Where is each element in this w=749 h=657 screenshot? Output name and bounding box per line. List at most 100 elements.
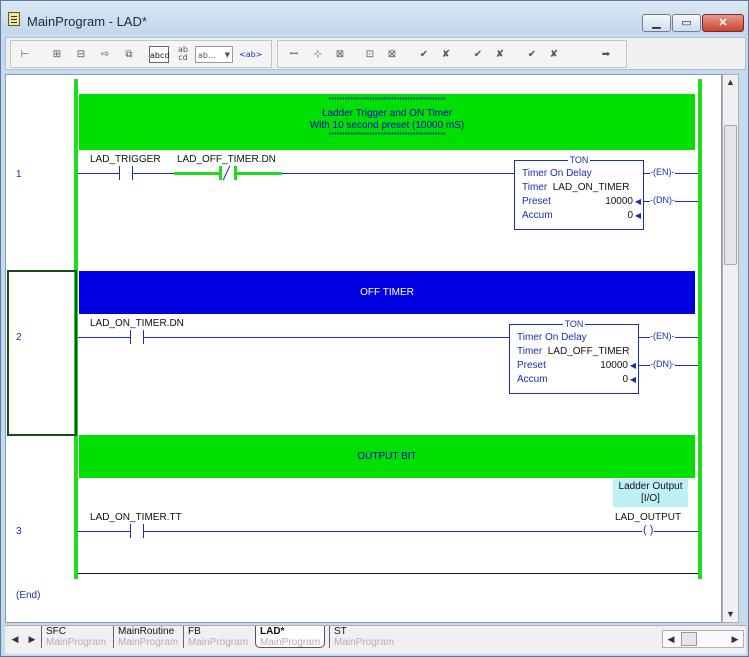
ton-timer-tag[interactable]: LAD_ON_TIMER	[553, 182, 630, 193]
comment-line: ****************************************…	[328, 97, 446, 104]
end-rung-wire	[78, 573, 698, 574]
ton-preset-label: Preset	[522, 196, 551, 207]
rung-comment[interactable]: OFF TIMER	[79, 271, 695, 314]
branch-level-icon[interactable]: ⊟	[71, 46, 91, 63]
rung-comment[interactable]: OUTPUT BIT	[79, 435, 695, 478]
move-icon[interactable]: ⇨	[95, 46, 115, 63]
tab-fb[interactable]: FB MainProgram	[183, 626, 252, 648]
ton-preset-value[interactable]: 10000	[600, 360, 628, 371]
edit-cancel-icon[interactable]: ✘	[490, 46, 510, 63]
ton-preset-label: Preset	[517, 360, 546, 371]
otl-icon[interactable]: ✔	[414, 46, 434, 63]
contact-tag[interactable]: LAD_ON_TIMER.DN	[90, 318, 184, 329]
ton-en-pin: -(EN)-	[650, 331, 675, 341]
zoom-select[interactable]: ab...	[195, 46, 233, 64]
arrow-left-icon: ◀	[629, 375, 636, 384]
scroll-thumb[interactable]	[724, 125, 737, 265]
hscroll-thumb[interactable]	[681, 632, 697, 646]
tab-program: MainProgram	[334, 637, 395, 648]
ote-coil[interactable]: ( )	[642, 524, 655, 536]
rung-number[interactable]: 3	[16, 526, 22, 537]
rung-comment-icon[interactable]: ꟷ	[284, 46, 304, 63]
vertical-scrollbar[interactable]: ▲ ▼	[722, 74, 739, 623]
tab-program: MainProgram	[188, 637, 249, 648]
contact-tag[interactable]: LAD_OFF_TIMER.DN	[177, 154, 276, 165]
tag-mode-toggle[interactable]: <ab>	[239, 46, 262, 63]
xio-icon[interactable]: ⊡	[360, 46, 380, 63]
maximize-button[interactable]: ▭	[672, 14, 701, 32]
rung-number[interactable]: 2	[16, 332, 22, 343]
right-power-rail	[698, 79, 702, 579]
ton-accum-value[interactable]: 0	[627, 210, 633, 221]
ladder-toolbar: ⊢ ⊞ ⊟ ⇨ ⧉ abcd ab cd ab... <ab> ꟷ ⊹ ⊠ ⊡ …	[5, 37, 746, 70]
ton-timer-tag[interactable]: LAD_OFF_TIMER	[548, 346, 630, 357]
scroll-left-icon[interactable]: ◀	[663, 632, 679, 647]
ton-timer-row: Timer LAD_ON_TIMER	[522, 182, 630, 193]
xic-contact[interactable]	[130, 330, 144, 344]
ton-title: Timer On Delay	[522, 168, 592, 179]
rung-wire	[282, 173, 514, 174]
tab-name: ST	[334, 626, 347, 637]
ton-en-pin: -(EN)-	[650, 167, 675, 177]
ton-accum-value[interactable]: 0	[622, 374, 628, 385]
go-to-icon[interactable]: ➡	[596, 46, 616, 63]
comment-line: Ladder Trigger and ON Timer	[321, 108, 453, 119]
ton-title: Timer On Delay	[517, 332, 587, 343]
routine-icon	[8, 12, 20, 26]
tab-name: LAD*	[260, 626, 285, 637]
otu-icon[interactable]: ✘	[436, 46, 456, 63]
tab-scroll-right-icon[interactable]: ▶	[24, 632, 40, 647]
show-comments-toggle[interactable]: abcd	[149, 46, 169, 63]
ton-instruction[interactable]: TON Timer On Delay Timer LAD_ON_TIMER Pr…	[514, 155, 644, 230]
description-line: [I/O]	[641, 493, 660, 504]
rung-number[interactable]: 1	[16, 169, 22, 180]
contact-tag[interactable]: LAD_TRIGGER	[90, 154, 161, 165]
ton-preset-value[interactable]: 10000	[605, 196, 633, 207]
toolbar-group-edit: ꟷ ⊹ ⊠ ⊡ ⊠ ✔ ✘ ✔ ✘ ✔ ✘ ➡	[277, 40, 627, 68]
coil-tag[interactable]: LAD_OUTPUT	[615, 512, 681, 523]
ton-accum-label: Accum	[522, 210, 553, 221]
tab-program: MainProgram	[118, 637, 179, 648]
ton-header: TON	[567, 155, 591, 165]
test-accept-icon[interactable]: ✔	[522, 46, 542, 63]
branch-icon[interactable]: ⊞	[47, 46, 67, 63]
ladder-editor[interactable]: 1 **************************************…	[5, 74, 722, 623]
tab-name: MainRoutine	[118, 626, 175, 637]
tab-sfc[interactable]: SFC MainProgram	[41, 626, 110, 648]
contact-tag[interactable]: LAD_ON_TIMER.TT	[90, 512, 182, 523]
test-cancel-icon[interactable]: ✘	[544, 46, 564, 63]
minimize-button[interactable]: ▁	[642, 14, 671, 32]
edit-accept-icon[interactable]: ✔	[468, 46, 488, 63]
tab-lad[interactable]: LAD* MainProgram	[255, 626, 326, 648]
rung-comment[interactable]: ****************************************…	[79, 94, 695, 150]
tab-scroll-left-icon[interactable]: ◀	[7, 632, 23, 647]
title-bar[interactable]: MainProgram - LAD* ▁ ▭ ✕	[1, 1, 748, 34]
add-rung-icon[interactable]: ⊢	[15, 46, 35, 63]
ton-dn-pin: -(DN)-	[650, 359, 675, 369]
tab-st[interactable]: ST MainProgram	[329, 626, 398, 648]
ton-header: TON	[562, 319, 586, 329]
ote-icon[interactable]: ⊠	[382, 46, 402, 63]
close-button[interactable]: ✕	[702, 14, 744, 32]
tab-program: MainProgram	[260, 637, 321, 648]
output-description: Ladder Output [I/O]	[613, 479, 688, 507]
scroll-right-icon[interactable]: ▶	[727, 632, 743, 647]
xic-contact[interactable]	[130, 524, 144, 538]
scroll-up-icon[interactable]: ▲	[723, 75, 738, 90]
end-label: (End)	[16, 590, 41, 601]
show-descriptions-toggle[interactable]: ab cd	[173, 46, 193, 63]
xic-icon[interactable]: ⊠	[330, 46, 350, 63]
ton-accum-label: Accum	[517, 374, 548, 385]
zoom-icon[interactable]: ⊹	[308, 46, 328, 63]
copy-icon[interactable]: ⧉	[119, 46, 139, 63]
tab-mainroutine[interactable]: MainRoutine MainProgram	[113, 626, 182, 648]
xic-contact[interactable]	[119, 166, 133, 180]
description-line: Ladder Output	[618, 481, 683, 492]
tab-name: FB	[188, 626, 201, 637]
scroll-down-icon[interactable]: ▼	[723, 607, 738, 622]
rung-wire	[78, 531, 698, 532]
ton-instruction[interactable]: TON Timer On Delay Timer LAD_OFF_TIMER P…	[509, 319, 639, 394]
xio-contact[interactable]	[221, 166, 235, 180]
horizontal-scrollbar[interactable]: ◀ ▶	[662, 630, 744, 648]
comment-line: With 10 second preset (10000 mS)	[309, 120, 465, 131]
